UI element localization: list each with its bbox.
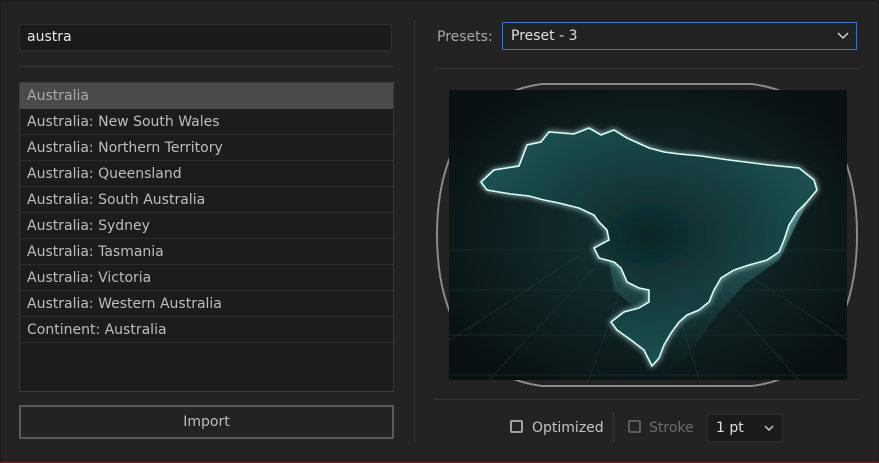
stroke-checkbox[interactable] — [628, 420, 641, 433]
list-item[interactable]: Australia: Western Australia — [20, 291, 393, 317]
chevron-down-icon — [837, 32, 849, 40]
map-preview — [449, 90, 847, 380]
preset-dropdown[interactable]: Preset - 3 — [502, 22, 857, 50]
optimized-label: Optimized — [532, 420, 604, 436]
divider — [434, 399, 860, 400]
list-item[interactable]: Australia: New South Wales — [20, 109, 393, 135]
divider — [613, 412, 614, 442]
search-input[interactable]: austra — [19, 24, 392, 51]
panel-divider — [414, 20, 415, 442]
list-item[interactable]: Australia: Victoria — [20, 265, 393, 291]
preset-selected-value: Preset - 3 — [511, 28, 578, 44]
stroke-label: Stroke — [649, 420, 694, 436]
divider — [19, 66, 393, 67]
optimized-checkbox[interactable] — [510, 420, 523, 433]
chevron-down-icon — [764, 425, 774, 432]
presets-label: Presets: — [437, 29, 493, 45]
list-item[interactable]: Continent: Australia — [20, 317, 393, 343]
results-list[interactable]: Australia Australia: New South Wales Aus… — [19, 82, 394, 392]
list-item[interactable]: Australia: Northern Territory — [20, 135, 393, 161]
list-item[interactable]: Australia: Tasmania — [20, 239, 393, 265]
list-item[interactable]: Australia — [20, 83, 393, 109]
list-item[interactable]: Australia: South Australia — [20, 187, 393, 213]
list-item[interactable]: Australia: Sydney — [20, 213, 393, 239]
stroke-width-value: 1 pt — [716, 420, 744, 436]
stroke-width-dropdown[interactable]: 1 pt — [707, 414, 783, 442]
divider — [434, 68, 860, 69]
brazil-map-image — [449, 90, 847, 380]
list-item[interactable]: Australia: Queensland — [20, 161, 393, 187]
import-button[interactable]: Import — [19, 405, 394, 439]
